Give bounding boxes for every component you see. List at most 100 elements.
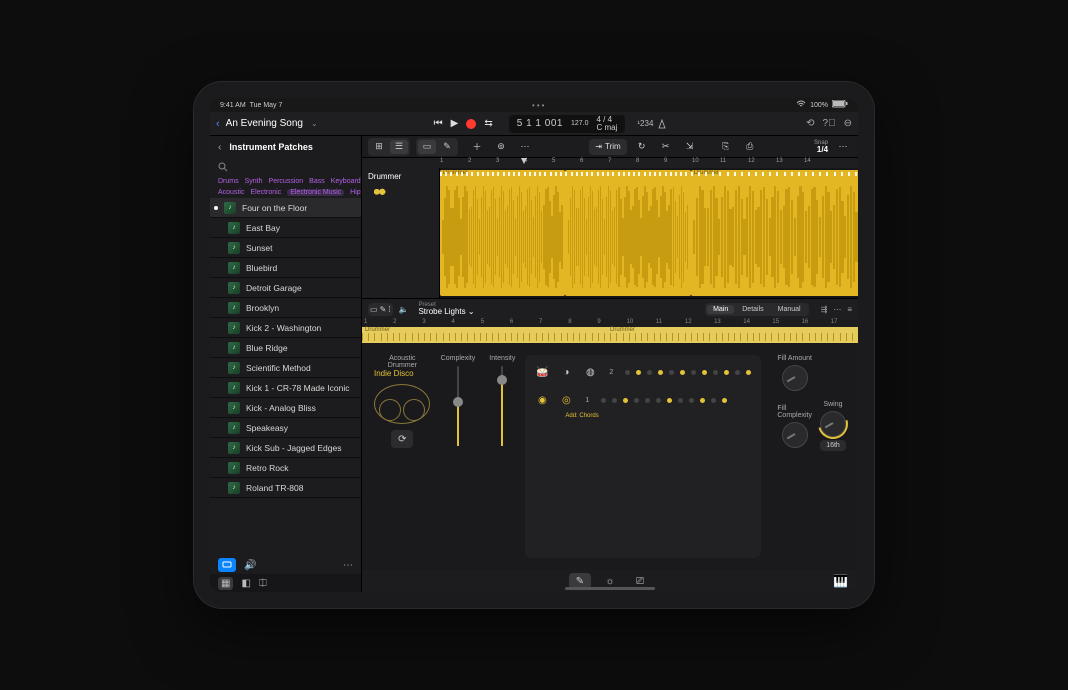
settings-icon[interactable]: ⊖	[844, 118, 852, 129]
patch-item[interactable]: Scientific Method	[210, 358, 361, 378]
patch-item[interactable]: Brooklyn	[210, 298, 361, 318]
patch-item[interactable]: Detroit Garage	[210, 278, 361, 298]
ed-list-icon[interactable]: ≡	[847, 305, 852, 314]
audio-region[interactable]: Drummer	[440, 170, 565, 296]
pattern-dot[interactable]	[634, 398, 639, 403]
pattern-dot[interactable]	[601, 398, 606, 403]
pattern-dot[interactable]	[691, 370, 696, 375]
pattern-dot[interactable]	[724, 370, 729, 375]
add-label[interactable]: Add: Chords	[565, 413, 751, 419]
patch-item[interactable]: Kick 1 - CR-78 Made Iconic	[210, 378, 361, 398]
join-icon[interactable]: ⇲	[681, 140, 699, 154]
pattern-row-2[interactable]	[601, 398, 727, 403]
help-icon[interactable]: ?⃝	[823, 118, 836, 129]
scissors-icon[interactable]: ✂	[657, 140, 675, 154]
input-monitor-button[interactable]	[218, 558, 236, 572]
add-track-button[interactable]: ＋	[468, 140, 486, 154]
bar-ruler[interactable]: 1234567891011121314	[362, 158, 858, 168]
home-indicator[interactable]	[565, 587, 655, 590]
sounds-tab-icon[interactable]: ◧	[241, 578, 250, 589]
cymbal-icon[interactable]: 🥁	[535, 365, 549, 379]
drum-kit-illustration-icon[interactable]	[374, 384, 430, 424]
tuner-button[interactable]: ¹234	[637, 119, 667, 129]
loops-tab-icon[interactable]: ⎅	[259, 578, 267, 589]
project-menu-chevron-icon[interactable]: ⌄	[311, 119, 318, 128]
search-button[interactable]	[210, 158, 361, 176]
kick-icon[interactable]: ◉	[535, 393, 549, 407]
regenerate-button[interactable]: ⟳	[391, 430, 413, 448]
pencil-tool-button[interactable]: ✎	[438, 140, 456, 154]
intensity-slider[interactable]	[501, 366, 503, 446]
rewind-button[interactable]: ⏮	[434, 118, 443, 129]
pattern-dot[interactable]	[658, 370, 663, 375]
patch-item[interactable]: Four on the Floor	[210, 198, 361, 218]
category-chip[interactable]: Electronic Music	[287, 189, 344, 196]
library-back-button[interactable]: ‹	[218, 142, 221, 153]
hihat-icon[interactable]: ◑	[559, 365, 573, 379]
patch-item[interactable]: Sunset	[210, 238, 361, 258]
project-title[interactable]: An Evening Song	[226, 118, 303, 129]
pattern-dot[interactable]	[645, 398, 650, 403]
snare-icon[interactable]: ◎	[559, 393, 573, 407]
pattern-dot[interactable]	[711, 398, 716, 403]
ed-region-button[interactable]: ▭	[370, 305, 378, 314]
pattern-dot[interactable]	[746, 370, 751, 375]
patch-item[interactable]: Kick - Analog Bliss	[210, 398, 361, 418]
trim-tool-button[interactable]: ⇥ Trim	[589, 139, 626, 155]
ed-brush-button[interactable]: ⁞	[388, 305, 390, 314]
drummer-style[interactable]: Indie Disco	[374, 369, 431, 378]
patch-item[interactable]: Roland TR-808	[210, 478, 361, 498]
arrange-more-icon[interactable]: ⋯	[834, 140, 852, 154]
lcd-display[interactable]: 5 1 1 001 127.0 4 / 4 C maj	[509, 115, 626, 133]
more-icon[interactable]: ⋯	[343, 560, 353, 571]
loop-tool-icon[interactable]: ↻	[633, 140, 651, 154]
pattern-dot[interactable]	[636, 370, 641, 375]
ed-more-icon[interactable]: ⋯	[833, 305, 841, 314]
patch-item[interactable]: Speakeasy	[210, 418, 361, 438]
ed-mute-icon[interactable]: 🔈	[399, 305, 409, 314]
back-button[interactable]: ‹	[216, 118, 220, 130]
category-chip[interactable]: Acoustic	[218, 189, 244, 196]
patch-item[interactable]: Retro Rock	[210, 458, 361, 478]
paste-icon[interactable]: ⎙	[741, 140, 759, 154]
grid-view-button[interactable]: ⊞	[370, 140, 388, 154]
category-chip[interactable]: Keyboard	[331, 178, 361, 185]
record-button[interactable]	[466, 119, 476, 129]
track-more-icon[interactable]: ⋯	[516, 140, 534, 154]
swing-knob[interactable]	[820, 411, 846, 437]
pattern-dot[interactable]	[689, 398, 694, 403]
library-tab-icon[interactable]: ▦	[218, 577, 233, 590]
pattern-dot[interactable]	[656, 398, 661, 403]
swing-value[interactable]: 16th	[820, 440, 846, 451]
pattern-row-1[interactable]	[625, 370, 751, 375]
tab-main[interactable]: Main	[707, 305, 734, 314]
audio-region[interactable]	[565, 170, 690, 296]
patch-item[interactable]: Kick 2 - Washington	[210, 318, 361, 338]
category-chip[interactable]: Electronic	[250, 189, 281, 196]
category-chip[interactable]: Bass	[309, 178, 325, 185]
pattern-dot[interactable]	[713, 370, 718, 375]
pattern-dot[interactable]	[669, 370, 674, 375]
keyboard-mode-button[interactable]: 🎹	[833, 574, 848, 588]
history-icon[interactable]: ⟲	[806, 118, 814, 129]
patch-item[interactable]: East Bay	[210, 218, 361, 238]
complexity-slider[interactable]	[457, 366, 459, 446]
snap-display[interactable]: Snap1/4	[814, 140, 828, 154]
fill-complexity-knob[interactable]	[782, 422, 808, 448]
tab-manual[interactable]: Manual	[772, 305, 807, 314]
preset-value[interactable]: Strobe Lights ⌄	[418, 308, 474, 316]
track-settings-icon[interactable]: ⊚	[492, 140, 510, 154]
play-button[interactable]: ▶	[451, 118, 459, 129]
ed-draw-button[interactable]: ✎	[380, 305, 387, 314]
volume-icon[interactable]: 🔊	[244, 560, 256, 571]
pattern-dot[interactable]	[623, 398, 628, 403]
track-lane[interactable]: 1 DrummerDrummer	[440, 168, 858, 298]
category-chip[interactable]: Synth	[245, 178, 263, 185]
tab-details[interactable]: Details	[736, 305, 769, 314]
pattern-dot[interactable]	[722, 398, 727, 403]
ed-filter-icon[interactable]: ⇶	[821, 305, 828, 314]
category-chip[interactable]: Percussion	[269, 178, 304, 185]
pattern-dot[interactable]	[678, 398, 683, 403]
patch-item[interactable]: Bluebird	[210, 258, 361, 278]
audio-region[interactable]: Drummer	[691, 170, 862, 296]
